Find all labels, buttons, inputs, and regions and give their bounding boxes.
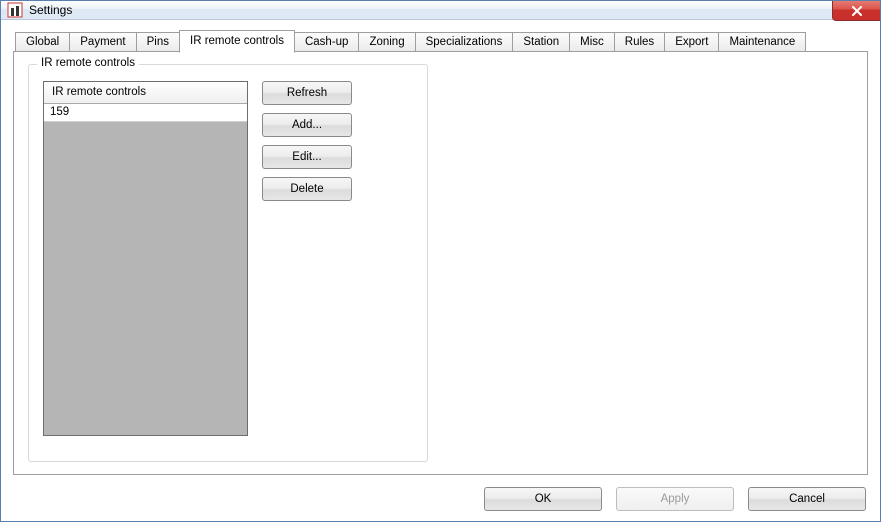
- tabpanel: IR remote controls IR remote controls 15…: [13, 51, 868, 475]
- add-button[interactable]: Add...: [262, 113, 352, 137]
- grid-empty-area: [44, 122, 247, 435]
- button-column: Refresh Add... Edit... Delete: [262, 81, 352, 436]
- refresh-button[interactable]: Refresh: [262, 81, 352, 105]
- grid-row[interactable]: 159: [44, 104, 247, 122]
- apply-button: Apply: [616, 487, 734, 511]
- tab-pins[interactable]: Pins: [136, 32, 180, 52]
- grid-column-header[interactable]: IR remote controls: [44, 82, 247, 104]
- titlebar: Settings: [1, 1, 880, 20]
- groupbox-inner: IR remote controls 159 Refresh Add... Ed…: [43, 81, 413, 436]
- groupbox-ir-remote-controls: IR remote controls IR remote controls 15…: [28, 64, 428, 462]
- tab-maintenance[interactable]: Maintenance: [718, 32, 806, 52]
- settings-window: Settings Global Payment Pins IR remote c…: [0, 0, 881, 522]
- ir-remote-grid[interactable]: IR remote controls 159: [43, 81, 248, 436]
- tab-export[interactable]: Export: [664, 32, 719, 52]
- close-button[interactable]: [832, 1, 880, 21]
- app-icon: [7, 2, 23, 18]
- window-title: Settings: [29, 3, 72, 17]
- tab-zoning[interactable]: Zoning: [358, 32, 415, 52]
- tab-rules[interactable]: Rules: [614, 32, 665, 52]
- tab-specializations[interactable]: Specializations: [415, 32, 514, 52]
- tabstrip: Global Payment Pins IR remote controls C…: [15, 30, 868, 52]
- dialog-footer: OK Apply Cancel: [1, 487, 880, 521]
- cancel-button[interactable]: Cancel: [748, 487, 866, 511]
- ok-button[interactable]: OK: [484, 487, 602, 511]
- tab-cash-up[interactable]: Cash-up: [294, 32, 359, 52]
- tab-ir-remote-controls[interactable]: IR remote controls: [179, 30, 295, 53]
- groupbox-title: IR remote controls: [37, 57, 139, 69]
- close-icon: [851, 6, 863, 16]
- client-area: Global Payment Pins IR remote controls C…: [1, 20, 880, 487]
- delete-button[interactable]: Delete: [262, 177, 352, 201]
- tab-misc[interactable]: Misc: [569, 32, 615, 52]
- tab-global[interactable]: Global: [15, 32, 70, 52]
- tab-station[interactable]: Station: [512, 32, 570, 52]
- tab-payment[interactable]: Payment: [69, 32, 136, 52]
- edit-button[interactable]: Edit...: [262, 145, 352, 169]
